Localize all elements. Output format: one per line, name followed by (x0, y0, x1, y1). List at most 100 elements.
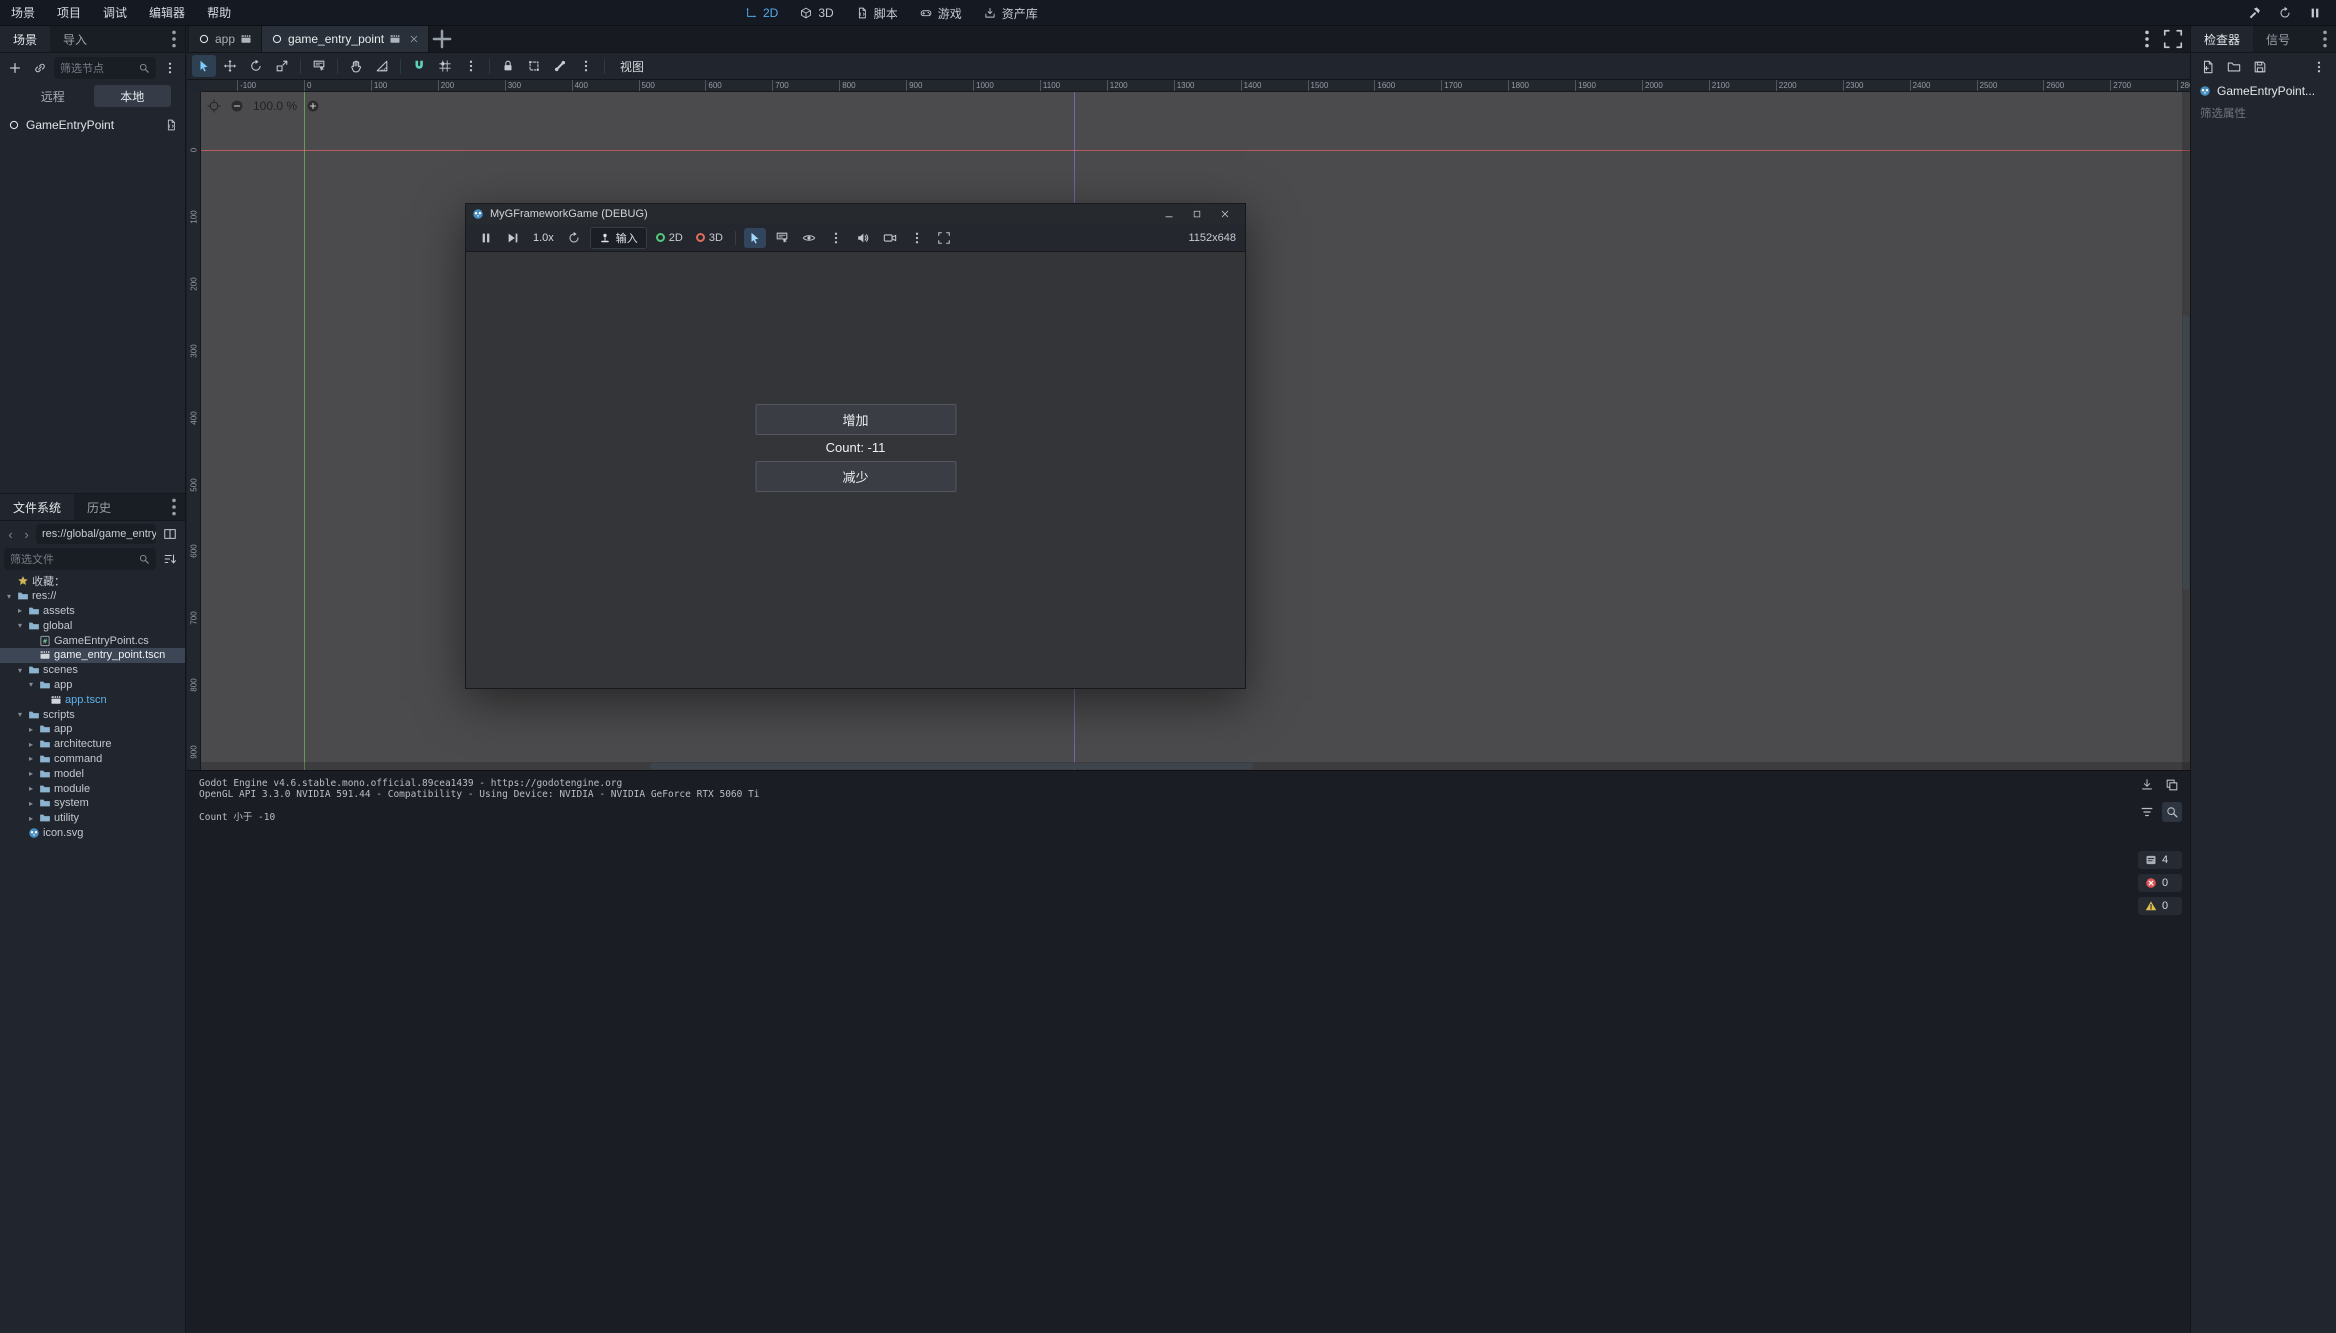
expand-arrow-icon[interactable]: ▸ (15, 606, 25, 615)
sort-files-button[interactable] (159, 548, 181, 570)
add-node-button[interactable] (4, 57, 26, 79)
fs-item-9[interactable]: ▾scripts (0, 707, 185, 722)
distraction-free-button[interactable] (2162, 28, 2184, 50)
current-path-field[interactable]: res://global/game_entry_p (36, 524, 156, 544)
fs-item-17[interactable]: icon.svg (0, 826, 185, 841)
collapse-arrow-icon[interactable]: ▾ (15, 666, 25, 675)
zoom-level-label[interactable]: 100.0 % (253, 99, 297, 113)
debug-2d-radio[interactable]: 2D (652, 232, 687, 244)
fs-item-8[interactable]: app.tscn (0, 692, 185, 707)
move-tool-button[interactable] (218, 55, 242, 77)
zoom-in-button[interactable] (306, 99, 320, 113)
fs-item-7[interactable]: ▾app (0, 678, 185, 693)
smart-snap-button[interactable] (407, 55, 431, 77)
scene-tab-app[interactable]: app (189, 26, 262, 52)
time-scale-label[interactable]: 1.0x (529, 232, 558, 244)
expand-arrow-icon[interactable]: ▸ (26, 814, 36, 823)
filesystem-dock-tab-1[interactable]: 历史 (74, 494, 124, 520)
increase-button[interactable]: 增加 (755, 404, 956, 435)
fs-item-14[interactable]: ▸module (0, 781, 185, 796)
vertical-scrollbar[interactable] (2182, 92, 2190, 770)
minimize-button[interactable] (1155, 204, 1183, 224)
select-options-button[interactable] (825, 228, 847, 248)
new-scene-tab-button[interactable] (429, 26, 455, 52)
toggle-split-mode-button[interactable] (159, 523, 181, 545)
expand-arrow-icon[interactable]: ▸ (26, 784, 36, 793)
rotate-tool-button[interactable] (244, 55, 268, 77)
inspector-menu-button[interactable] (2308, 56, 2330, 78)
history-back-button[interactable]: ‹ (4, 527, 17, 542)
fs-item-2[interactable]: ▸assets (0, 604, 185, 619)
close-button[interactable] (1211, 204, 1239, 224)
log-layout-button[interactable] (2137, 802, 2157, 822)
more-tools-button[interactable] (574, 55, 598, 77)
scale-tool-button[interactable] (270, 55, 294, 77)
output-warnings-badge[interactable]: 0 (2138, 897, 2182, 915)
view-menu-button[interactable]: 视图 (611, 58, 653, 75)
inspector-dock-tab-1[interactable]: 信号 (2253, 26, 2303, 52)
collapse-arrow-icon[interactable]: ▾ (4, 592, 14, 601)
menu-2[interactable]: 调试 (92, 0, 138, 25)
save-resource-button[interactable] (2249, 56, 2271, 78)
fs-item-16[interactable]: ▸utility (0, 811, 185, 826)
embed-fullscreen-button[interactable] (933, 228, 955, 248)
collapse-arrow-icon[interactable]: ▾ (15, 710, 25, 719)
grid-snap-button[interactable] (433, 55, 457, 77)
horizontal-scrollbar[interactable] (201, 762, 2190, 770)
fs-item-1[interactable]: ▾res:// (0, 589, 185, 604)
workspace-button-3[interactable]: 游戏 (910, 0, 972, 26)
close-tab-button[interactable] (409, 34, 419, 44)
collapse-arrow-icon[interactable]: ▾ (15, 621, 25, 630)
fs-item-6[interactable]: ▾scenes (0, 663, 185, 678)
suspend-game-button[interactable] (475, 228, 497, 248)
log-search-button[interactable] (2162, 802, 2182, 822)
fs-item-3[interactable]: ▾global (0, 618, 185, 633)
workspace-button-2[interactable]: 脚本 (846, 0, 908, 26)
camera-override-button[interactable] (879, 228, 901, 248)
history-forward-button[interactable]: › (20, 527, 33, 542)
maximize-button[interactable] (1183, 204, 1211, 224)
inspector-dock-tab-0[interactable]: 检查器 (2191, 26, 2253, 52)
select-tool-button[interactable] (192, 55, 216, 77)
next-frame-button[interactable] (502, 228, 524, 248)
camera-options-button[interactable] (906, 228, 928, 248)
load-resource-button[interactable] (2223, 56, 2245, 78)
scene-tab-game_entry_point[interactable]: game_entry_point (262, 26, 429, 52)
filter-files-input[interactable]: 筛选文件 (4, 548, 156, 570)
input-passthrough-toggle[interactable]: 输入 (590, 227, 647, 249)
scene-mode-button-1[interactable]: 本地 (94, 85, 172, 107)
filter-properties-input[interactable]: 筛选属性 (2191, 102, 2336, 124)
list-select-tool-button[interactable] (307, 55, 331, 77)
decrease-button[interactable]: 减少 (755, 461, 956, 492)
fs-item-11[interactable]: ▸architecture (0, 737, 185, 752)
2d-viewport[interactable]: 100.0 % MyGFrameworkGame (DEBUG) (201, 92, 2190, 770)
attached-script-icon[interactable] (165, 119, 177, 131)
fs-item-0[interactable]: 收藏： (0, 574, 185, 589)
menu-3[interactable]: 编辑器 (138, 0, 196, 25)
inspector-dock-menu-button[interactable] (2314, 26, 2336, 52)
debug-3d-radio[interactable]: 3D (692, 232, 727, 244)
fs-item-15[interactable]: ▸system (0, 796, 185, 811)
save-log-button[interactable] (2137, 775, 2157, 795)
scene-tree-root-node[interactable]: GameEntryPoint (0, 113, 185, 137)
workspace-button-0[interactable]: 2D (735, 0, 788, 26)
new-resource-button[interactable] (2197, 56, 2219, 78)
pan-tool-button[interactable] (344, 55, 368, 77)
expand-arrow-icon[interactable]: ▸ (26, 740, 36, 749)
scene-dock-menu-button[interactable] (159, 57, 181, 79)
fs-item-10[interactable]: ▸app (0, 722, 185, 737)
menu-0[interactable]: 场景 (0, 0, 46, 25)
center-view-button[interactable] (207, 99, 221, 113)
output-errors-badge[interactable]: 0 (2138, 874, 2182, 892)
fs-item-5[interactable]: game_entry_point.tscn (0, 648, 185, 663)
fs-item-4[interactable]: #GameEntryPoint.cs (0, 633, 185, 648)
expand-arrow-icon[interactable]: ▸ (26, 799, 36, 808)
workspace-button-4[interactable]: 资产库 (974, 0, 1048, 26)
fs-item-12[interactable]: ▸command (0, 752, 185, 767)
scene-dock-menu-button[interactable] (163, 26, 185, 52)
build-project-button[interactable] (2248, 6, 2262, 20)
filesystem-dock-tab-0[interactable]: 文件系统 (0, 494, 74, 520)
scene-dock-tab-0[interactable]: 场景 (0, 26, 50, 52)
collapse-arrow-icon[interactable]: ▾ (26, 680, 36, 689)
ruler-tool-button[interactable] (370, 55, 394, 77)
